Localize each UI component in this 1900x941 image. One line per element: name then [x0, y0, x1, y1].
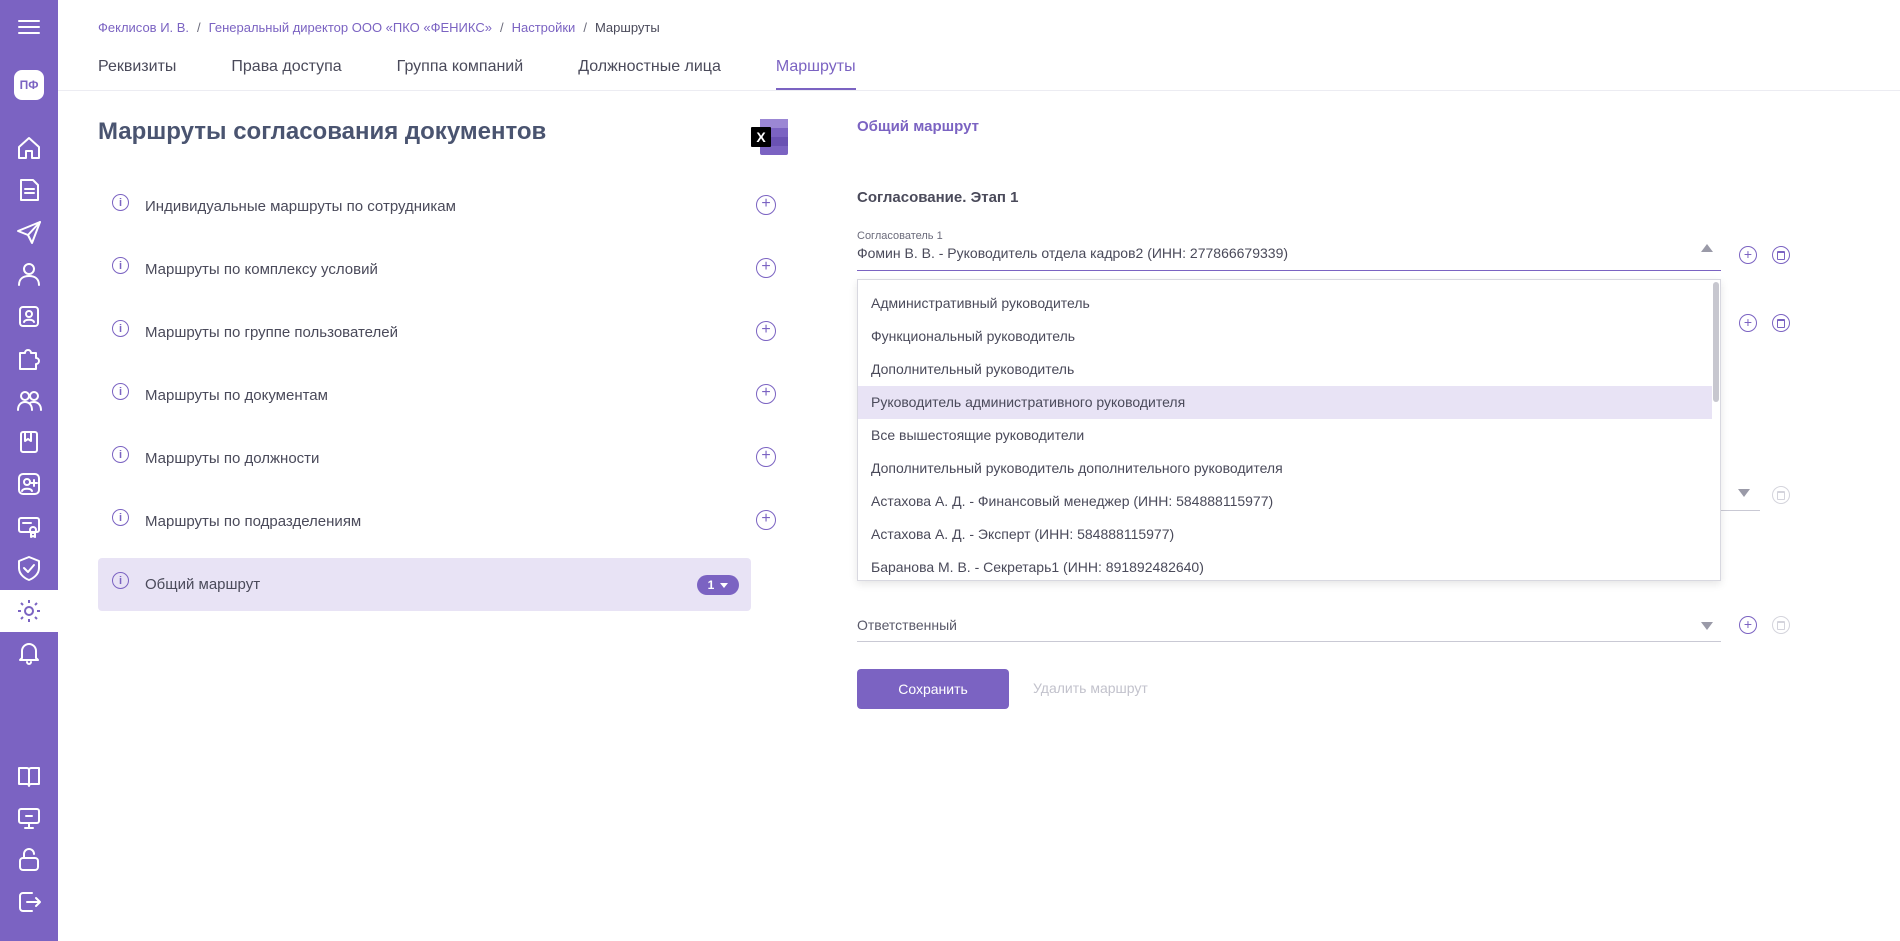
caret-down-icon: [720, 582, 729, 588]
info-icon[interactable]: i: [112, 257, 129, 274]
dropdown-option[interactable]: Астахова А. Д. - Финансовый менеджер (ИН…: [858, 485, 1720, 518]
route-item-user-group[interactable]: i Маршруты по группе пользователей +: [98, 306, 790, 359]
tab-company-group[interactable]: Группа компаний: [397, 58, 524, 90]
manual-icon[interactable]: [10, 757, 48, 795]
chevron-up-icon[interactable]: [1701, 244, 1713, 252]
chevron-down-icon[interactable]: [1701, 622, 1713, 630]
home-icon[interactable]: [10, 129, 48, 167]
tab-requisites[interactable]: Реквизиты: [98, 58, 176, 90]
certificate-icon[interactable]: [10, 507, 48, 545]
approver-select[interactable]: Согласователь 1 Фомин В. В. - Руководите…: [857, 230, 1721, 271]
dropdown-option[interactable]: Все вышестоящие руководители: [858, 419, 1720, 452]
delete-stage-icon[interactable]: [1772, 314, 1790, 332]
breadcrumb-item-settings[interactable]: Настройки: [512, 20, 576, 35]
breadcrumb-item-current: Маршруты: [594, 20, 660, 35]
delete-disabled-icon: [1772, 486, 1790, 504]
chevron-down-icon[interactable]: [1738, 489, 1750, 497]
book-icon[interactable]: [10, 423, 48, 461]
header-divider: [58, 90, 1900, 91]
route-item-departments[interactable]: i Маршруты по подразделениям +: [98, 495, 790, 548]
dropdown-option[interactable]: Административный руководитель: [858, 287, 1720, 320]
dropdown-scrollbar[interactable]: [1713, 282, 1719, 402]
approver-value: Фомин В. В. - Руководитель отдела кадров…: [857, 245, 1289, 261]
tabs: Реквизиты Права доступа Группа компаний …: [98, 58, 911, 90]
info-icon[interactable]: i: [112, 509, 129, 526]
route-label: Маршруты по документам: [145, 387, 328, 404]
route-label: Маршруты по подразделениям: [145, 513, 362, 530]
info-icon[interactable]: i: [112, 194, 129, 211]
save-button[interactable]: Сохранить: [857, 669, 1009, 709]
route-count-badge[interactable]: 1: [697, 575, 739, 595]
settings-icon[interactable]: [10, 592, 48, 630]
delete-route-button[interactable]: Удалить маршрут: [1033, 680, 1148, 696]
route-label: Общий маршрут: [145, 576, 261, 593]
logout-icon[interactable]: [10, 883, 48, 921]
tab-officials[interactable]: Должностные лица: [578, 58, 721, 90]
dropdown-option[interactable]: Дополнительный руководитель дополнительн…: [858, 452, 1720, 485]
add-approver-icon[interactable]: +: [1739, 246, 1757, 264]
dropdown-option[interactable]: Баранова М. В. - Секретарь1 (ИНН: 891892…: [858, 551, 1720, 580]
add-circle-icon[interactable]: +: [756, 447, 776, 467]
route-list: i Индивидуальные маршруты по сотрудникам…: [98, 180, 790, 621]
route-item-individual[interactable]: i Индивидуальные маршруты по сотрудникам…: [98, 180, 790, 233]
add-circle-icon[interactable]: +: [756, 510, 776, 530]
responsible-placeholder: Ответственный: [857, 617, 957, 633]
dropdown-option-highlighted[interactable]: Руководитель административного руководит…: [858, 386, 1712, 419]
route-item-conditions[interactable]: i Маршруты по комплексу условий +: [98, 243, 790, 296]
user-icon[interactable]: [10, 255, 48, 293]
info-icon[interactable]: i: [112, 572, 129, 589]
send-icon[interactable]: [10, 213, 48, 251]
info-icon[interactable]: i: [112, 446, 129, 463]
responsible-select[interactable]: Ответственный: [857, 614, 1721, 642]
shield-icon[interactable]: [10, 549, 48, 587]
bell-icon[interactable]: [10, 633, 48, 671]
section-title: Общий маршрут: [857, 118, 979, 135]
info-icon[interactable]: i: [112, 383, 129, 400]
info-icon[interactable]: i: [112, 320, 129, 337]
add-circle-icon[interactable]: +: [756, 195, 776, 215]
route-label: Маршруты по комплексу условий: [145, 261, 378, 278]
route-label: Маршруты по должности: [145, 450, 320, 467]
breadcrumb-item-company[interactable]: Генеральный директор ООО «ПКО «ФЕНИКС»: [209, 20, 492, 35]
breadcrumb-item-user[interactable]: Феклисов И. В.: [98, 20, 189, 35]
avatar[interactable]: ПФ: [14, 70, 44, 100]
breadcrumb: Феклисов И. В. / Генеральный директор ОО…: [98, 20, 660, 35]
tab-access-rights[interactable]: Права доступа: [231, 58, 341, 90]
add-stage-icon[interactable]: +: [1739, 314, 1757, 332]
route-item-documents[interactable]: i Маршруты по документам +: [98, 369, 790, 422]
delete-responsible-icon: [1772, 616, 1790, 634]
puzzle-icon[interactable]: [10, 339, 48, 377]
add-circle-icon[interactable]: +: [756, 384, 776, 404]
page-title: Маршруты согласования документов: [98, 118, 547, 145]
dropdown-option[interactable]: Функциональный руководитель: [858, 320, 1720, 353]
svg-text:X: X: [756, 129, 766, 145]
dropdown-option[interactable]: Дополнительный руководитель: [858, 353, 1720, 386]
add-circle-icon[interactable]: +: [756, 321, 776, 341]
stage-title: Согласование. Этап 1: [857, 189, 1019, 206]
approver-dropdown[interactable]: Административный руководитель Функционал…: [857, 279, 1721, 581]
user-plus-icon[interactable]: [10, 465, 48, 503]
route-label: Маршруты по группе пользователей: [145, 324, 398, 341]
route-label: Индивидуальные маршруты по сотрудникам: [145, 198, 456, 215]
route-item-general[interactable]: i Общий маршрут 1: [98, 558, 751, 611]
add-circle-icon[interactable]: +: [756, 258, 776, 278]
tab-routes[interactable]: Маршруты: [775, 58, 856, 90]
lock-icon[interactable]: [10, 841, 48, 879]
route-item-position[interactable]: i Маршруты по должности +: [98, 432, 790, 485]
sidebar: ПФ: [0, 0, 58, 941]
menu-icon[interactable]: [10, 8, 48, 46]
delete-approver-icon[interactable]: [1772, 246, 1790, 264]
approver-label: Согласователь 1: [857, 230, 943, 242]
add-responsible-icon[interactable]: +: [1739, 616, 1757, 634]
users-icon[interactable]: [10, 381, 48, 419]
documents-icon[interactable]: [10, 171, 48, 209]
badge-icon[interactable]: [10, 297, 48, 335]
support-icon[interactable]: [10, 799, 48, 837]
excel-export-icon[interactable]: X: [750, 118, 790, 156]
dropdown-option[interactable]: Астахова А. Д. - Эксперт (ИНН: 584888115…: [858, 518, 1720, 551]
